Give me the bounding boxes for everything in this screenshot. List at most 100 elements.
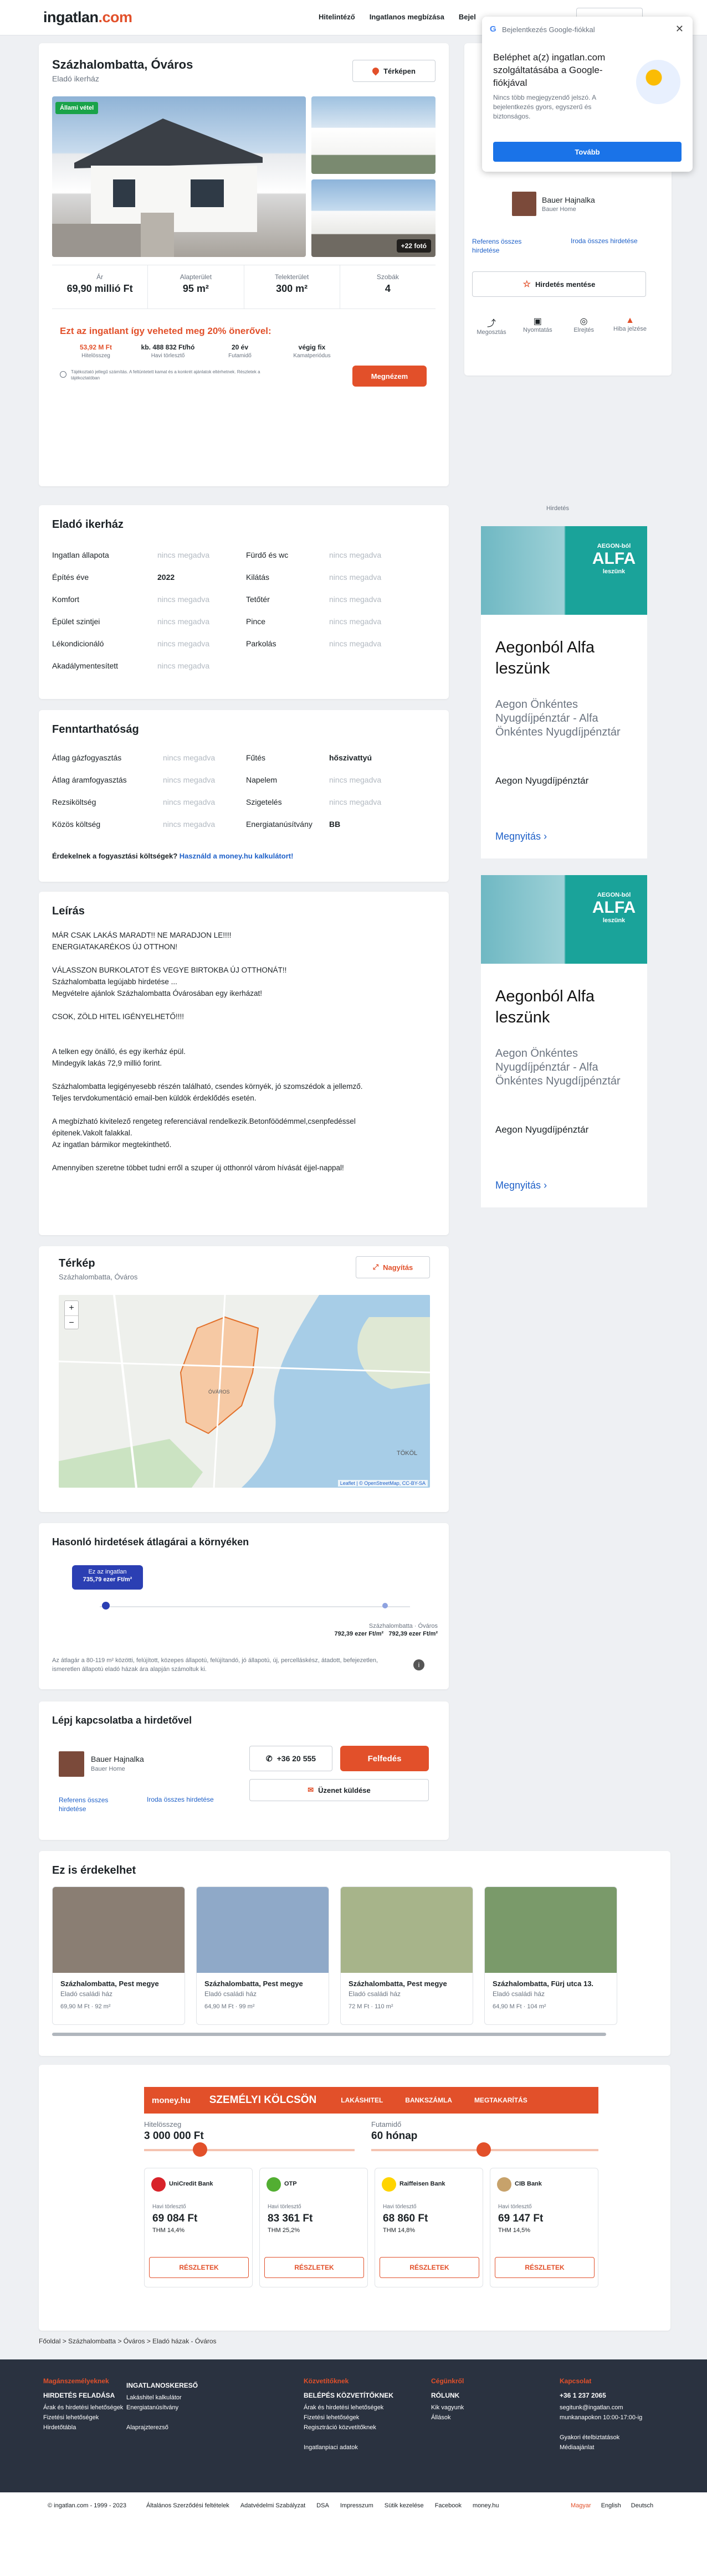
office-listings-link[interactable]: Iroda összes hirdetése [571,237,638,245]
contact-office-listings[interactable]: Iroda összes hirdetése [147,1796,214,1803]
site-logo[interactable]: ingatlan.com [43,9,132,26]
bottom-link[interactable]: Adatvédelmi Szabályzat [240,2502,305,2509]
bank-details-button[interactable]: RÉSZLETEK [264,2257,364,2278]
ad-banner-text: AEGON-ból [597,892,631,898]
footer-link[interactable]: Regisztráció közvetítőknek [304,2423,393,2433]
main-photo[interactable]: Állami vétel [52,96,306,257]
footer-link[interactable]: Állások [431,2413,464,2423]
map-view[interactable]: + − ÓVÁROS TÖKÖL Leaflet | © OpenStreetMa… [59,1295,430,1488]
footer-link[interactable]: Ingatlanpiaci adatok [304,2443,393,2452]
map-enlarge-button[interactable]: ⤢ Nagyítás [356,1256,430,1278]
breadcrumb-item[interactable]: Főoldal [39,2337,60,2345]
similar-scrollbar[interactable] [52,2033,606,2036]
agent-listings-link[interactable]: Referens összes hirdetése [472,237,533,255]
footer-link[interactable]: munkanapokon 10:00-17:00-ig [560,2413,642,2423]
nav-item-credit[interactable]: Hitelintéző [319,13,355,21]
hide-action[interactable]: ◎ Elrejtés [565,316,603,336]
map-button[interactable]: Térképen [352,60,436,82]
zoom-in-button[interactable]: + [65,1301,78,1315]
bottom-link[interactable]: DSA [316,2502,329,2509]
money-tab[interactable]: MEGTAKARÍTÁS [474,2096,527,2104]
lang-en[interactable]: English [601,2502,621,2509]
footer-link[interactable] [560,2423,642,2433]
money-product[interactable]: SZEMÉLYI KÖLCSÖN [209,2094,317,2106]
slider-thumb[interactable] [193,2142,207,2157]
lang-de[interactable]: Deutsch [631,2502,653,2509]
footer-link[interactable]: Fizetési lehetőségek [43,2413,123,2423]
footer-link[interactable]: Fizetési lehetőségek [304,2413,393,2423]
bank-details-button[interactable]: RÉSZLETEK [380,2257,479,2278]
ad-open-link[interactable]: Megnyitás › [495,1180,547,1191]
footer-link[interactable]: segitunk@ingatlan.com [560,2403,642,2413]
ad-text: Aegon Önkéntes Nyugdíjpénztár - Alfa Önk… [495,1047,621,1087]
footer-link[interactable] [126,2413,198,2423]
footer-link[interactable]: Energiatanúsítvány [126,2403,198,2413]
contact-agent-listings[interactable]: Referens összes hirdetése [59,1796,120,1813]
print-action[interactable]: ▣ Nyomtatás [518,316,557,336]
google-continue-button[interactable]: Tovább [493,142,682,162]
stat-price-label: Ár [96,273,104,281]
bank-rate: 69 084 Ft [152,2213,198,2224]
detail-row: Akadálymentesített nincs megadva [52,661,210,670]
money-logo[interactable]: money.hu [152,2096,191,2105]
similar-listing-card[interactable]: Százhalombatta, Fürj utca 13. Eladó csalá… [484,1886,617,2025]
footer-link[interactable] [304,2433,393,2443]
money-calculator-link[interactable]: Használd a money.hu kalkulátort! [180,852,294,860]
money-tab[interactable]: BANKSZÁMLA [405,2096,452,2104]
term-slider[interactable] [371,2142,598,2157]
footer-subheading[interactable]: RÓLUNK [431,2390,464,2400]
term-label: Futamidő [371,2120,402,2128]
nav-item-login[interactable]: Bejel [459,13,476,21]
breadcrumb-item[interactable]: Százhalombatta [68,2337,116,2345]
bank-details-button[interactable]: RÉSZLETEK [149,2257,249,2278]
side-photo-1[interactable] [311,96,436,174]
info-icon[interactable]: i [413,1659,424,1670]
bottom-link[interactable]: Sütik kezelése [385,2502,424,2509]
phone-box[interactable]: ✆ +36 20 555 [249,1746,332,1771]
bottom-link[interactable]: Impresszum [340,2502,373,2509]
loan-button[interactable]: Megnézem [352,366,427,387]
footer-subheading[interactable]: +36 1 237 2065 [560,2390,642,2400]
footer-link[interactable]: Médiaajánlat [560,2443,642,2452]
footer-subheading[interactable]: INGATLANOSKERESŐ [126,2380,198,2390]
similar-listing-card[interactable]: Százhalombatta, Pest megye Eladó családi … [52,1886,185,2025]
bottom-link[interactable]: Általános Szerződési feltételek [146,2502,229,2509]
money-tab[interactable]: LAKÁSHITEL [341,2096,383,2104]
slider-thumb[interactable] [477,2142,491,2157]
amount-slider[interactable] [144,2142,355,2157]
loan-period: végig fix Kamatperiódus [293,343,331,359]
bottom-link[interactable]: Facebook [435,2502,462,2509]
bank-details-button[interactable]: RÉSZLETEK [495,2257,595,2278]
send-message-button[interactable]: ✉ Üzenet küldése [249,1779,429,1801]
side-photo-2[interactable]: +22 fotó [311,179,436,257]
similar-type: Eladó családi ház [60,1990,113,1998]
similar-listing-card[interactable]: Százhalombatta, Pest megye Eladó családi … [340,1886,473,2025]
share-action[interactable]: ⤴ Megosztás [472,316,511,336]
reveal-button[interactable]: Felfedés [340,1746,429,1771]
footer-link[interactable]: Árak és hirdetési lehetőségek [43,2403,123,2413]
ad-block-1[interactable]: AEGON-ból ALFA leszünk Aegonból Alfa leszü… [481,526,647,858]
bank-offer-card: CIB Bank Havi törlesztő 69 147 Ft THM 14,5%… [490,2168,598,2287]
ad-open-link[interactable]: Megnyitás › [495,831,547,842]
zoom-out-button[interactable]: − [65,1315,78,1330]
breadcrumb-item[interactable]: Óváros [124,2337,145,2345]
similar-listing-card[interactable]: Százhalombatta, Pest megye Eladó családi … [196,1886,329,2025]
footer-subheading[interactable]: HIRDETÉS FELADÁSA [43,2390,123,2400]
ad-block-2[interactable]: AEGON-ból ALFA leszünk Aegonból Alfa leszü… [481,875,647,1207]
save-listing-button[interactable]: ☆ Hirdetés mentése [472,271,646,297]
footer-link[interactable]: Lakáshitel kalkulátor [126,2393,198,2403]
footer-link[interactable]: Gyakori ételbiztatások [560,2433,642,2443]
footer-link[interactable]: Kik vagyunk [431,2403,464,2413]
similar-location: Százhalombatta, Pest megye [204,1979,303,1988]
footer-link[interactable]: Árak és hirdetési lehetőségek [304,2403,393,2413]
report-action[interactable]: ▲ Hiba jelzése [611,316,649,336]
footer-column: Magánszemélyeknek HIRDETÉS FELADÁSA Árak é… [43,2376,123,2433]
bottom-link[interactable]: money.hu [473,2502,499,2509]
footer-subheading[interactable]: BELÉPÉS KÖZVETÍTŐKNEK [304,2390,393,2400]
more-photos-badge[interactable]: +22 fotó [396,239,431,253]
nav-item-agent[interactable]: Ingatlanos megbízása [370,13,444,21]
footer-link[interactable]: Alaprajzterezső [126,2423,198,2433]
close-icon[interactable]: ✕ [675,23,684,35]
footer-link[interactable]: Hirdetőtábla [43,2423,123,2433]
lang-hu[interactable]: Magyar [571,2502,591,2509]
